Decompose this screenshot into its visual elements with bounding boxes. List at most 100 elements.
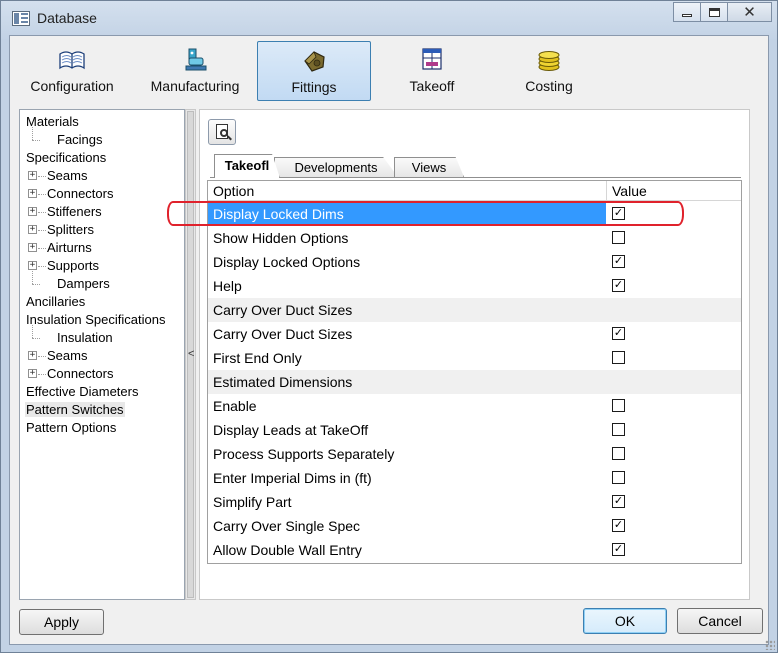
tree-connector xyxy=(38,356,46,357)
tab-developments[interactable]: Developments xyxy=(274,157,398,177)
tree-expand-icon[interactable]: + xyxy=(28,351,37,360)
grid-row[interactable]: Enable xyxy=(208,394,741,418)
apply-button[interactable]: Apply xyxy=(19,609,104,635)
tab-takeoff[interactable]: Takeofl xyxy=(214,154,280,178)
options-grid: Option Value Display Locked Dims ✓ Show Hi… xyxy=(207,180,742,564)
database-tree[interactable]: Materials Facings Specifications + Seams + Con… xyxy=(19,109,185,600)
option-column-header[interactable]: Option xyxy=(208,181,254,201)
grid-row[interactable]: Carry Over Duct Sizes ✓ xyxy=(208,322,741,346)
tree-item[interactable]: + Seams xyxy=(27,347,87,365)
option-label: First End Only xyxy=(213,350,302,366)
checked-checkbox[interactable]: ✓ xyxy=(612,327,625,340)
tree-item-label: Supports xyxy=(47,258,100,273)
grid-category-row[interactable]: Carry Over Duct Sizes xyxy=(208,298,741,322)
toolbar-takeoff-label: Takeoff xyxy=(409,78,455,94)
tree-item[interactable]: Insulation Specifications xyxy=(25,311,166,329)
tree-item-label: Airturns xyxy=(47,240,92,255)
tree-item[interactable]: + Splitters xyxy=(27,221,94,239)
cancel-button[interactable]: Cancel xyxy=(677,608,763,634)
close-button[interactable]: ✕ xyxy=(727,2,772,22)
ok-button[interactable]: OK xyxy=(583,608,667,634)
tree-item-label: Dampers xyxy=(57,276,110,291)
grid-category-row[interactable]: Estimated Dimensions xyxy=(208,370,741,394)
checked-checkbox[interactable]: ✓ xyxy=(612,543,625,556)
tree-item[interactable]: + Connectors xyxy=(27,185,113,203)
tree-item[interactable]: + Airturns xyxy=(27,239,92,257)
tree-expand-icon[interactable]: + xyxy=(28,189,37,198)
toolbar-costing-button[interactable]: Costing xyxy=(492,41,606,101)
close-icon: ✕ xyxy=(743,3,756,21)
database-window: Database ✕ Configuration Manufacturing F… xyxy=(0,0,778,653)
tree-connector xyxy=(38,230,46,231)
toolbar-fittings-button[interactable]: Fittings xyxy=(257,41,371,101)
tab-views[interactable]: Views xyxy=(394,157,464,177)
tree-item[interactable]: Pattern Options xyxy=(25,419,117,437)
unchecked-checkbox[interactable] xyxy=(612,423,625,436)
unchecked-checkbox[interactable] xyxy=(612,351,625,364)
tree-expand-icon[interactable]: + xyxy=(28,171,37,180)
tree-item[interactable]: Materials xyxy=(25,113,80,131)
tree-item[interactable]: Pattern Switches xyxy=(25,401,125,419)
tree-expand-icon[interactable]: + xyxy=(28,369,37,378)
tree-item-label: Materials xyxy=(26,114,79,129)
database-app-icon xyxy=(12,11,30,26)
checked-checkbox[interactable]: ✓ xyxy=(612,495,625,508)
grid-row[interactable]: First End Only xyxy=(208,346,741,370)
checked-checkbox[interactable]: ✓ xyxy=(612,279,625,292)
tree-connector xyxy=(32,271,33,284)
unchecked-checkbox[interactable] xyxy=(612,447,625,460)
tree-item[interactable]: Ancillaries xyxy=(25,293,86,311)
tree-item[interactable]: Facings xyxy=(27,127,103,149)
unchecked-checkbox[interactable] xyxy=(612,471,625,484)
tree-expand-icon[interactable]: + xyxy=(28,225,37,234)
collapse-panel-toggle[interactable]: < xyxy=(188,348,194,360)
grid-row[interactable]: Simplify Part ✓ xyxy=(208,490,741,514)
tree-expand-icon[interactable]: + xyxy=(28,261,37,270)
value-column-header[interactable]: Value xyxy=(607,181,647,201)
toolbar-manufacturing-button[interactable]: Manufacturing xyxy=(138,41,252,101)
options-tabstrip: Takeofl Developments Views xyxy=(210,154,750,178)
title-bar[interactable]: Database ✕ xyxy=(1,1,777,35)
option-label: Simplify Part xyxy=(213,494,292,510)
tree-item[interactable]: Specifications xyxy=(25,149,107,167)
grid-row[interactable]: Display Leads at TakeOff xyxy=(208,418,741,442)
grid-row[interactable]: Display Locked Options ✓ xyxy=(208,250,741,274)
grid-row[interactable]: Process Supports Separately xyxy=(208,442,741,466)
caption-buttons: ✕ xyxy=(673,2,772,23)
magnifier-handle xyxy=(227,135,232,141)
tree-connector xyxy=(32,325,33,338)
tree-connector xyxy=(38,248,46,249)
grid-row[interactable]: Help ✓ xyxy=(208,274,741,298)
tree-item[interactable]: + Seams xyxy=(27,167,87,185)
grid-row[interactable]: Show Hidden Options xyxy=(208,226,741,250)
tree-item[interactable]: + Connectors xyxy=(27,365,113,383)
maximize-icon xyxy=(708,7,720,17)
checked-checkbox[interactable]: ✓ xyxy=(612,255,625,268)
toolbar-takeoff-button[interactable]: Takeoff xyxy=(375,41,489,101)
tree-connector xyxy=(38,374,46,375)
tree-connector xyxy=(38,266,46,267)
minimize-button[interactable] xyxy=(673,2,701,22)
window-title: Database xyxy=(37,10,97,26)
resize-grip[interactable] xyxy=(765,640,775,650)
toolbar-fittings-label: Fittings xyxy=(291,79,337,95)
preview-button[interactable] xyxy=(208,119,236,145)
grid-row[interactable]: Enter Imperial Dims in (ft) xyxy=(208,466,741,490)
tree-item[interactable]: + Supports xyxy=(27,257,99,275)
checked-checkbox[interactable]: ✓ xyxy=(612,519,625,532)
unchecked-checkbox[interactable] xyxy=(612,231,625,244)
tree-expand-icon[interactable]: + xyxy=(28,243,37,252)
grid-row[interactable]: Carry Over Single Spec ✓ xyxy=(208,514,741,538)
tree-item[interactable]: + Stiffeners xyxy=(27,203,102,221)
tree-item[interactable]: Insulation xyxy=(27,325,113,347)
maximize-button[interactable] xyxy=(700,2,728,22)
tree-item-label: Connectors xyxy=(47,186,114,201)
unchecked-checkbox[interactable] xyxy=(612,399,625,412)
tree-item[interactable]: Effective Diameters xyxy=(25,383,139,401)
toolbar-configuration-button[interactable]: Configuration xyxy=(15,41,129,101)
tree-expand-icon[interactable]: + xyxy=(28,207,37,216)
tree-item[interactable]: Dampers xyxy=(27,271,110,293)
fittings-icon xyxy=(304,51,325,72)
tree-connector xyxy=(38,212,46,213)
grid-row[interactable]: Allow Double Wall Entry ✓ xyxy=(208,538,741,562)
